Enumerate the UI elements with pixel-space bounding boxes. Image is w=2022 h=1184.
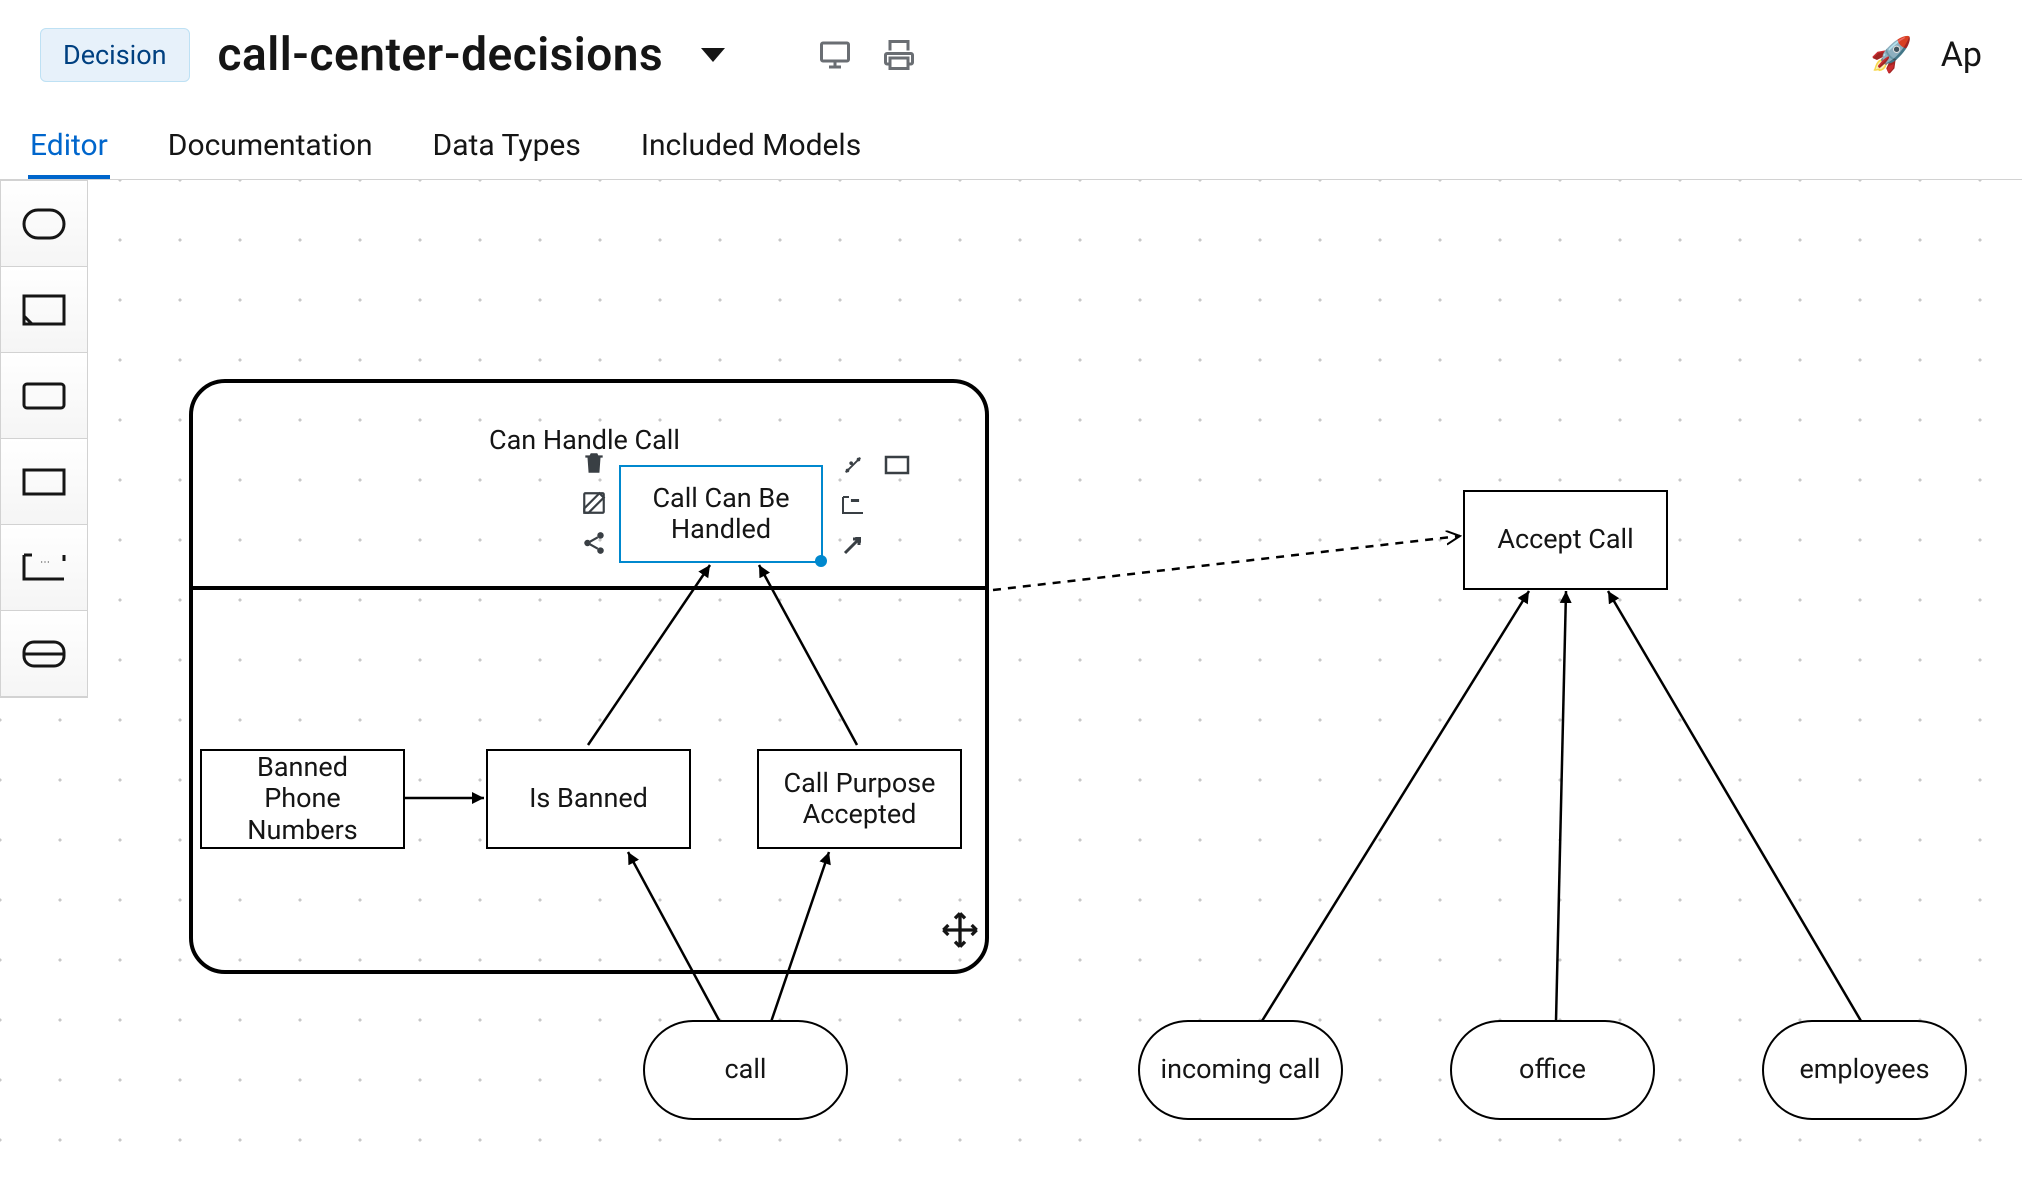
node-label: Call Purpose Accepted xyxy=(784,768,936,830)
sparkle-icon[interactable] xyxy=(838,450,868,480)
node-label: Accept Call xyxy=(1497,524,1633,555)
node-label: office xyxy=(1519,1054,1586,1085)
node-call-purpose-accepted[interactable]: Call Purpose Accepted xyxy=(757,749,962,849)
node-is-banned[interactable]: Is Banned xyxy=(486,749,691,849)
print-icon[interactable] xyxy=(881,37,917,73)
top-bar: Decision call-center-decisions 🚀 Ap xyxy=(0,0,2022,110)
group-icon[interactable]: ⋯ xyxy=(838,490,868,520)
palette-bkm[interactable] xyxy=(1,439,87,525)
workspace: ⋯ xyxy=(0,180,2022,1184)
node-label: call xyxy=(725,1054,767,1085)
node-incoming-call[interactable]: incoming call xyxy=(1138,1020,1343,1120)
rect-icon[interactable] xyxy=(882,450,912,480)
rocket-icon[interactable]: 🚀 xyxy=(1870,35,1912,75)
svg-text:⋯: ⋯ xyxy=(851,496,859,505)
share-icon[interactable] xyxy=(579,528,609,558)
node-label: employees xyxy=(1799,1054,1929,1085)
trash-icon[interactable] xyxy=(579,448,609,478)
edit-icon[interactable] xyxy=(579,488,609,518)
tab-bar: Editor Documentation Data Types Included… xyxy=(0,110,2022,180)
monitor-icon[interactable] xyxy=(817,37,853,73)
palette-annotation[interactable] xyxy=(1,267,87,353)
arrow-up-right-icon[interactable] xyxy=(838,530,868,560)
context-toolbar-left xyxy=(579,448,609,558)
title-dropdown[interactable] xyxy=(691,48,725,62)
node-label: Banned Phone Numbers xyxy=(247,752,357,845)
node-accept-call[interactable]: Accept Call xyxy=(1463,490,1668,590)
tab-included-models[interactable]: Included Models xyxy=(639,128,863,179)
node-banned-phone-numbers[interactable]: Banned Phone Numbers xyxy=(200,749,405,849)
palette-input-data[interactable] xyxy=(1,611,87,697)
palette-decision[interactable] xyxy=(1,353,87,439)
ap-label[interactable]: Ap xyxy=(1941,35,1982,75)
svg-text:⋯: ⋯ xyxy=(40,557,50,568)
group-divider xyxy=(193,586,985,590)
node-call-can-be-handled[interactable]: Call Can Be Handled xyxy=(619,465,823,563)
resize-handle-icon[interactable] xyxy=(815,555,827,567)
page-title: call-center-decisions xyxy=(218,28,664,82)
tab-editor[interactable]: Editor xyxy=(28,128,110,179)
node-call[interactable]: call xyxy=(643,1020,848,1120)
palette-group[interactable]: ⋯ xyxy=(1,525,87,611)
palette-decision-service[interactable] xyxy=(1,181,87,267)
decision-badge: Decision xyxy=(40,28,190,82)
move-cursor-icon xyxy=(940,910,980,958)
tab-data-types[interactable]: Data Types xyxy=(431,128,583,179)
node-employees[interactable]: employees xyxy=(1762,1020,1967,1120)
node-office[interactable]: office xyxy=(1450,1020,1655,1120)
node-label: Call Can Be Handled xyxy=(652,483,789,545)
palette: ⋯ xyxy=(0,180,88,698)
node-label: incoming call xyxy=(1161,1054,1321,1085)
tab-documentation[interactable]: Documentation xyxy=(166,128,375,179)
node-label: Is Banned xyxy=(529,783,648,814)
chevron-down-icon xyxy=(701,48,725,62)
context-toolbar-right: ⋯ xyxy=(838,450,912,560)
